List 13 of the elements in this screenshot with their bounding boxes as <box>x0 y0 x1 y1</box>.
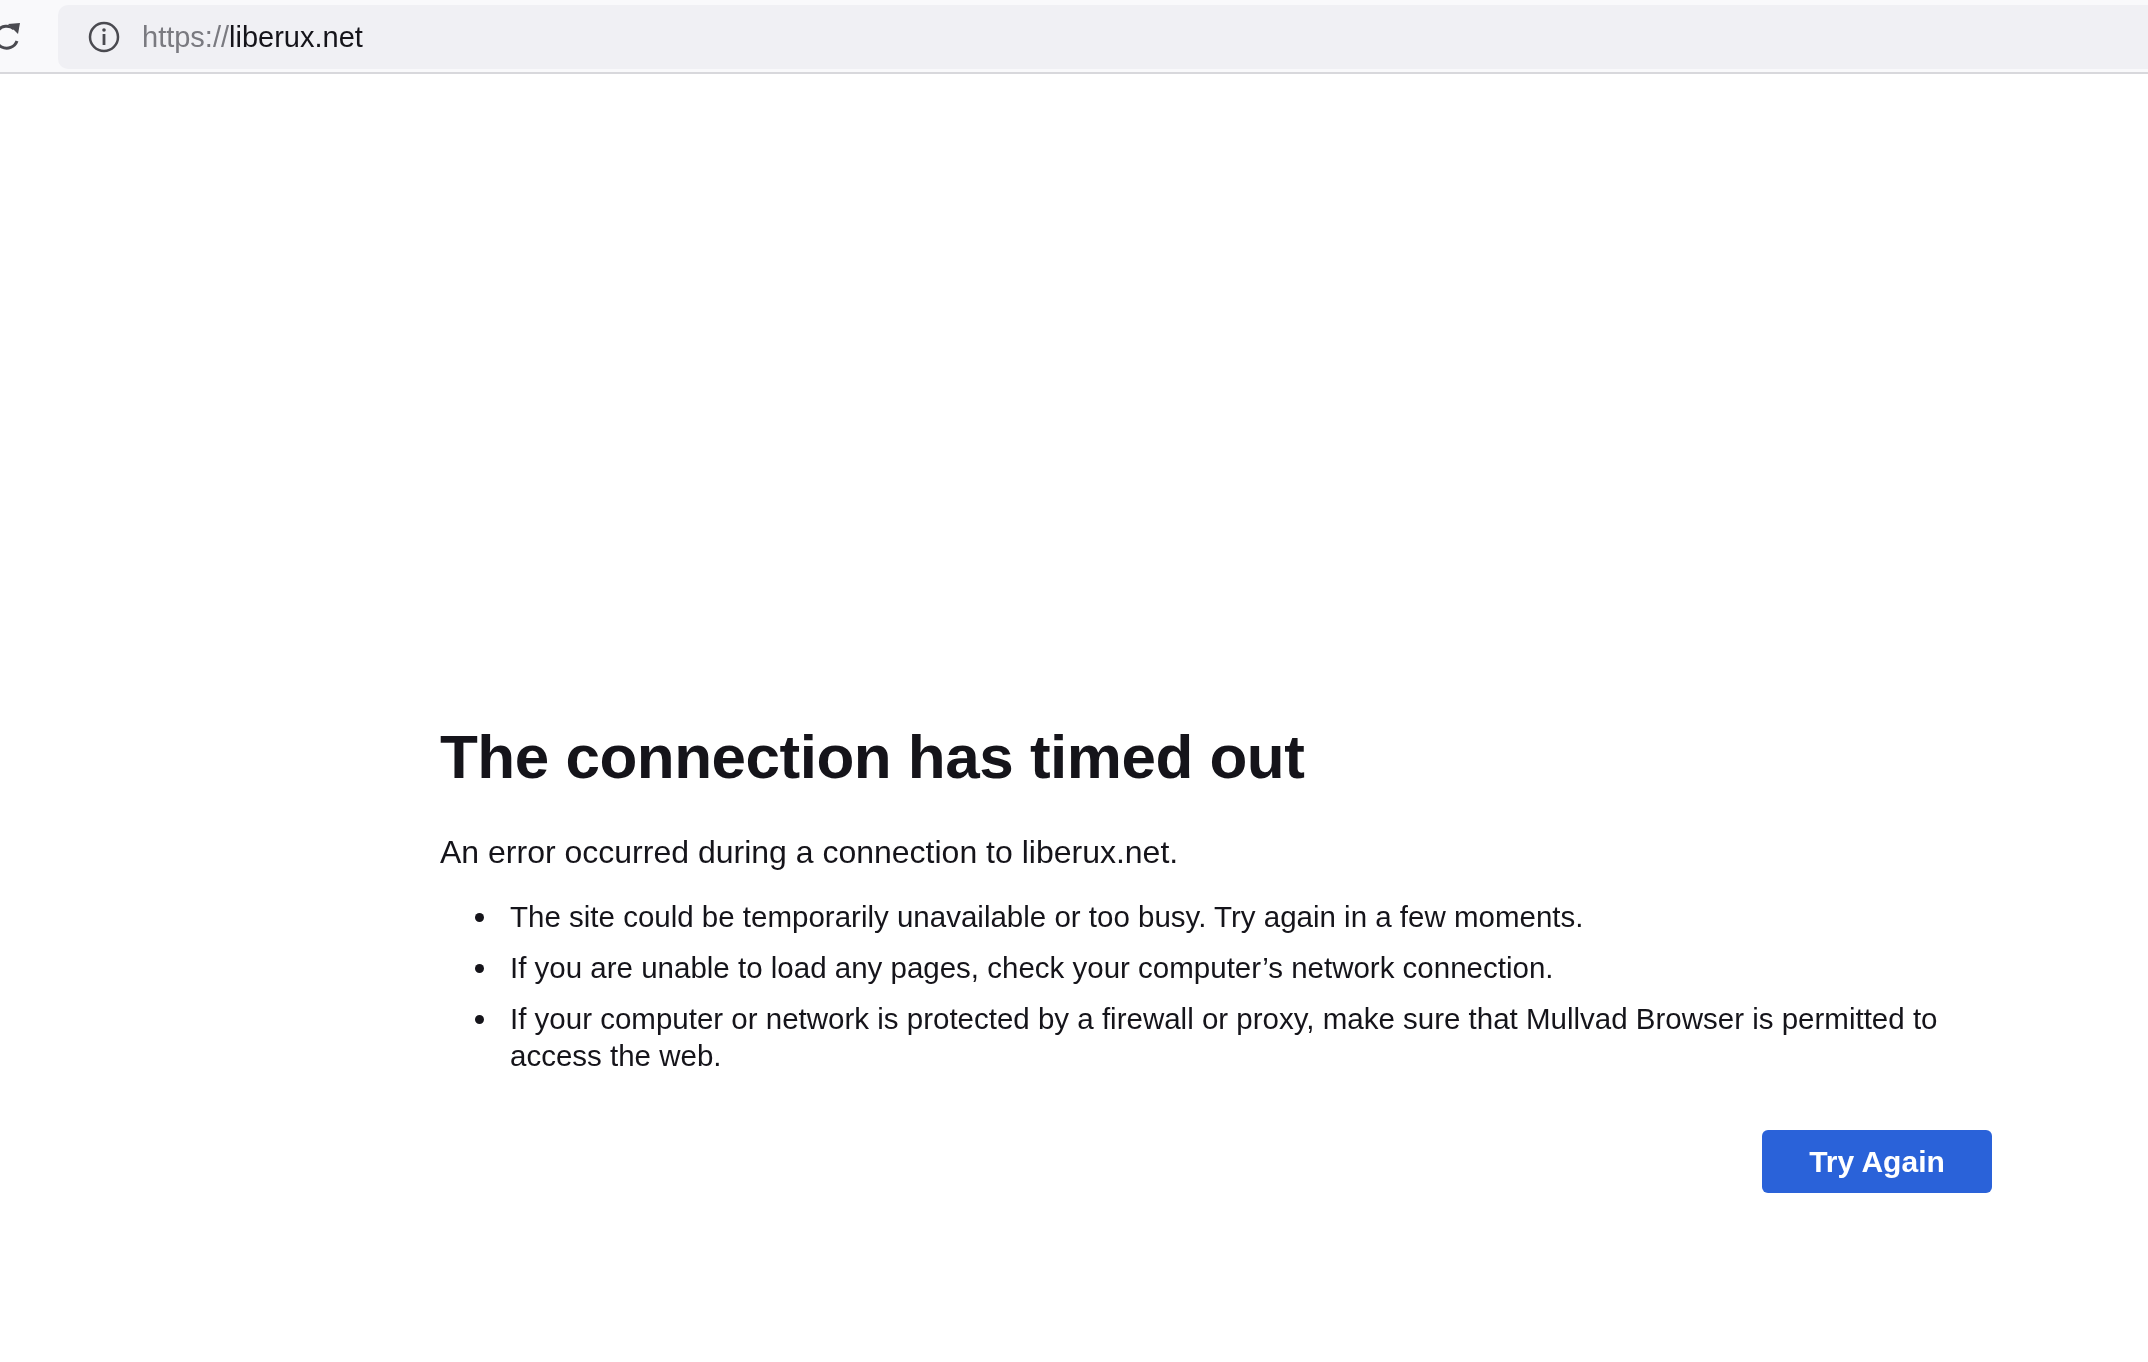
error-title: The connection has timed out <box>440 721 1305 793</box>
address-bar[interactable]: https://liberux.net <box>58 5 2148 69</box>
url-host: liberux.net <box>229 20 363 54</box>
try-again-button[interactable]: Try Again <box>1762 1130 1992 1193</box>
suggestion-text: The site could be temporarily unavailable or too busy. Try again in a few moments. <box>510 899 1584 935</box>
suggestion-text: If your computer or network is protected by a firewall or proxy, make sure that Mullvad Browser is permitted to access the web. <box>510 1001 1939 1074</box>
bullet-icon <box>475 964 484 973</box>
bullet-icon <box>475 913 484 922</box>
info-icon[interactable] <box>88 21 120 53</box>
error-description: An error occurred during a connection to liberux.net. <box>440 833 1179 872</box>
url-scheme: https:// <box>142 20 230 54</box>
suggestion-text: If you are unable to load any pages, check your computer’s network connection. <box>510 950 1554 986</box>
bullet-icon <box>475 1015 484 1024</box>
